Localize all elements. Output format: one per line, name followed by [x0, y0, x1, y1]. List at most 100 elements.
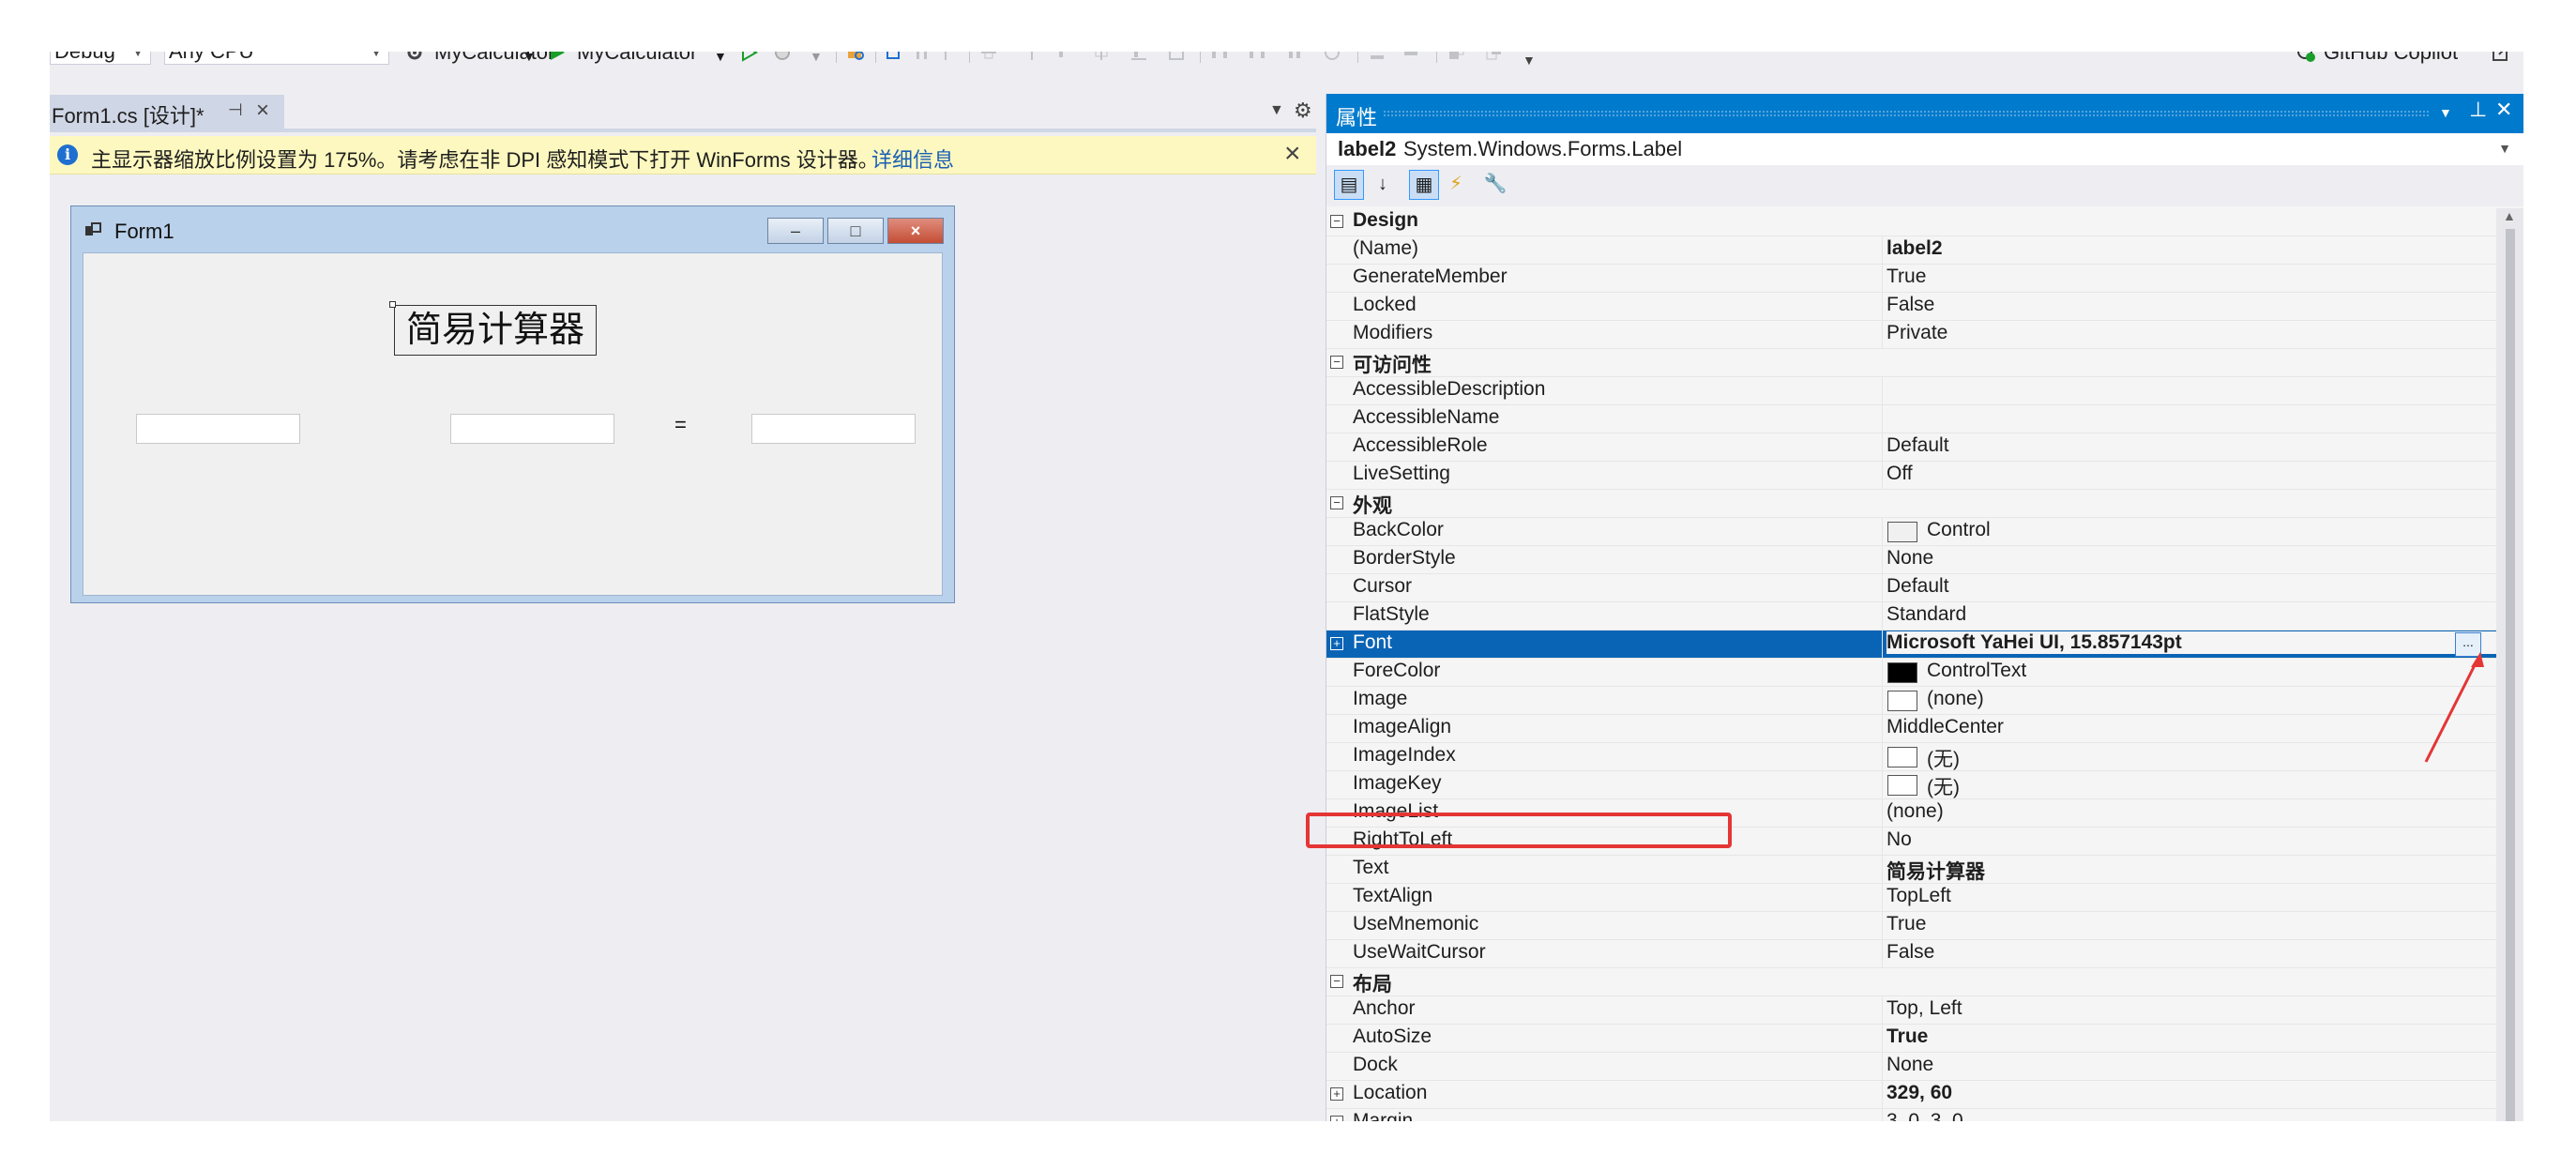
- align-to-grid-icon[interactable]: [885, 52, 905, 63]
- property-pages-icon[interactable]: 🔧: [1480, 170, 1510, 200]
- collapse-icon[interactable]: −: [1330, 975, 1343, 988]
- column-divider[interactable]: [1882, 884, 1883, 912]
- expand-icon[interactable]: +: [1330, 637, 1343, 650]
- column-divider[interactable]: [1882, 265, 1883, 293]
- close-icon[interactable]: ×: [1284, 138, 1301, 170]
- property-row-margin[interactable]: + Margin 3, 0, 3, 0: [1326, 1109, 2496, 1121]
- property-value[interactable]: Standard: [1887, 603, 1966, 626]
- property-value[interactable]: (无): [1927, 772, 1960, 800]
- property-row-flatstyle[interactable]: FlatStyle Standard: [1326, 602, 2496, 631]
- copilot-icon[interactable]: [2296, 52, 2316, 63]
- collapse-icon[interactable]: −: [1330, 356, 1343, 369]
- property-value[interactable]: (无): [1927, 744, 1960, 772]
- column-divider[interactable]: [1882, 687, 1883, 715]
- remove-spacing-icon[interactable]: [1322, 52, 1342, 63]
- column-divider[interactable]: [1882, 1109, 1883, 1121]
- gear-icon[interactable]: ⚙: [1294, 99, 1312, 123]
- column-divider[interactable]: [1882, 462, 1883, 490]
- property-row-modifiers[interactable]: Modifiers Private: [1326, 321, 2496, 349]
- property-row-imagealign[interactable]: ImageAlign MiddleCenter: [1326, 715, 2496, 743]
- property-value[interactable]: Default: [1887, 575, 1949, 598]
- startup-project-dropdown[interactable]: MyCalculator: [434, 52, 554, 65]
- property-value[interactable]: Default: [1887, 434, 1949, 457]
- property-value[interactable]: True: [1887, 266, 1926, 288]
- categorized-icon[interactable]: ▤: [1334, 170, 1364, 200]
- property-row-image[interactable]: Image (none): [1326, 687, 2496, 715]
- column-divider[interactable]: [1882, 715, 1883, 743]
- vertical-spacing-icon[interactable]: [1367, 52, 1387, 63]
- form1-window[interactable]: Form1 – □ × 简易计算器 =: [70, 205, 955, 603]
- result-textbox[interactable]: [751, 414, 916, 444]
- close-icon[interactable]: ✕: [2495, 98, 2512, 122]
- column-divider[interactable]: [1882, 546, 1883, 574]
- maximize-button[interactable]: □: [827, 218, 884, 244]
- property-row-font[interactable]: + Font Microsoft YaHei UI, 15.857143pt...: [1326, 631, 2496, 659]
- title-label[interactable]: 简易计算器: [394, 305, 598, 356]
- format-icon[interactable]: [913, 52, 933, 63]
- operand2-textbox[interactable]: [450, 414, 614, 444]
- hot-reload-icon[interactable]: [772, 52, 793, 63]
- close-icon[interactable]: ×: [256, 98, 269, 124]
- property-value[interactable]: True: [1887, 1026, 1928, 1048]
- form-client-area[interactable]: 简易计算器 =: [83, 252, 943, 596]
- expand-icon[interactable]: +: [1330, 1116, 1343, 1121]
- column-divider[interactable]: [1882, 518, 1883, 546]
- property-value[interactable]: Top, Left: [1887, 997, 1962, 1020]
- scroll-up-icon[interactable]: ▲: [2503, 208, 2516, 223]
- chevron-down-icon[interactable]: ▼: [810, 52, 823, 68]
- column-divider[interactable]: [1882, 321, 1883, 349]
- column-divider[interactable]: [1882, 405, 1883, 433]
- column-divider[interactable]: [1882, 828, 1883, 856]
- property-value[interactable]: None: [1887, 547, 1933, 570]
- expand-icon[interactable]: +: [1330, 1087, 1343, 1101]
- column-divider[interactable]: [1882, 293, 1883, 321]
- close-button[interactable]: ×: [887, 218, 944, 244]
- property-row-accessiblename[interactable]: AccessibleName: [1326, 405, 2496, 433]
- platform-dropdown[interactable]: Any CPU ▼: [164, 52, 389, 65]
- property-row-locked[interactable]: Locked False: [1326, 293, 2496, 321]
- tab-list-dropdown-icon[interactable]: ▼: [1269, 102, 1284, 119]
- property-value[interactable]: ControlText: [1927, 660, 2026, 682]
- run-without-debugging-icon[interactable]: [738, 52, 759, 63]
- align-center-icon[interactable]: [978, 52, 999, 63]
- column-divider[interactable]: [1882, 1081, 1883, 1109]
- column-divider[interactable]: [1882, 912, 1883, 940]
- column-divider[interactable]: [1882, 631, 1883, 659]
- chevron-down-icon[interactable]: ▼: [714, 52, 727, 68]
- column-divider[interactable]: [1882, 236, 1883, 265]
- property-value[interactable]: TopLeft: [1887, 885, 1951, 907]
- toolbar-overflow-icon[interactable]: ▼: [1523, 52, 1536, 72]
- column-divider[interactable]: [1882, 799, 1883, 828]
- configuration-dropdown[interactable]: Debug ▼: [50, 52, 151, 65]
- property-row-dock[interactable]: Dock None: [1326, 1053, 2496, 1081]
- make-same-size-icon[interactable]: [1166, 52, 1187, 63]
- equals-label[interactable]: =: [674, 413, 687, 437]
- property-value[interactable]: (none): [1887, 800, 1944, 823]
- property-value[interactable]: False: [1887, 941, 1934, 964]
- browser-link-icon[interactable]: [845, 52, 866, 63]
- property-value[interactable]: Off: [1887, 463, 1913, 485]
- property-value[interactable]: True: [1887, 913, 1926, 935]
- bring-to-front-icon[interactable]: [1446, 52, 1466, 63]
- github-copilot-button[interactable]: GitHub Copilot: [2324, 52, 2458, 65]
- chevron-down-icon[interactable]: ▼: [523, 52, 536, 68]
- property-row-cursor[interactable]: Cursor Default: [1326, 574, 2496, 602]
- property-row-text[interactable]: Text 简易计算器: [1326, 856, 2496, 884]
- property-value[interactable]: No: [1887, 828, 1912, 851]
- events-icon[interactable]: ⚡: [1441, 170, 1471, 200]
- category-category-5[interactable]: − 可访问性: [1326, 349, 2496, 377]
- minimize-button[interactable]: –: [767, 218, 824, 244]
- operand1-textbox[interactable]: [136, 414, 300, 444]
- property-value[interactable]: 329, 60: [1887, 1082, 1952, 1104]
- start-debugging-button[interactable]: MyCalculator: [577, 52, 697, 65]
- property-row-livesetting[interactable]: LiveSetting Off: [1326, 462, 2496, 490]
- category-design[interactable]: − Design: [1326, 208, 2496, 236]
- property-row-usemnemonic[interactable]: UseMnemonic True: [1326, 912, 2496, 940]
- property-row-usewaitcursor[interactable]: UseWaitCursor False: [1326, 940, 2496, 968]
- column-divider[interactable]: [1882, 1025, 1883, 1053]
- alphabetical-icon[interactable]: ↓: [1368, 170, 1398, 200]
- property-value[interactable]: MiddleCenter: [1887, 716, 2004, 738]
- property-value[interactable]: False: [1887, 294, 1934, 316]
- column-divider[interactable]: [1882, 771, 1883, 799]
- column-divider[interactable]: [1882, 1053, 1883, 1081]
